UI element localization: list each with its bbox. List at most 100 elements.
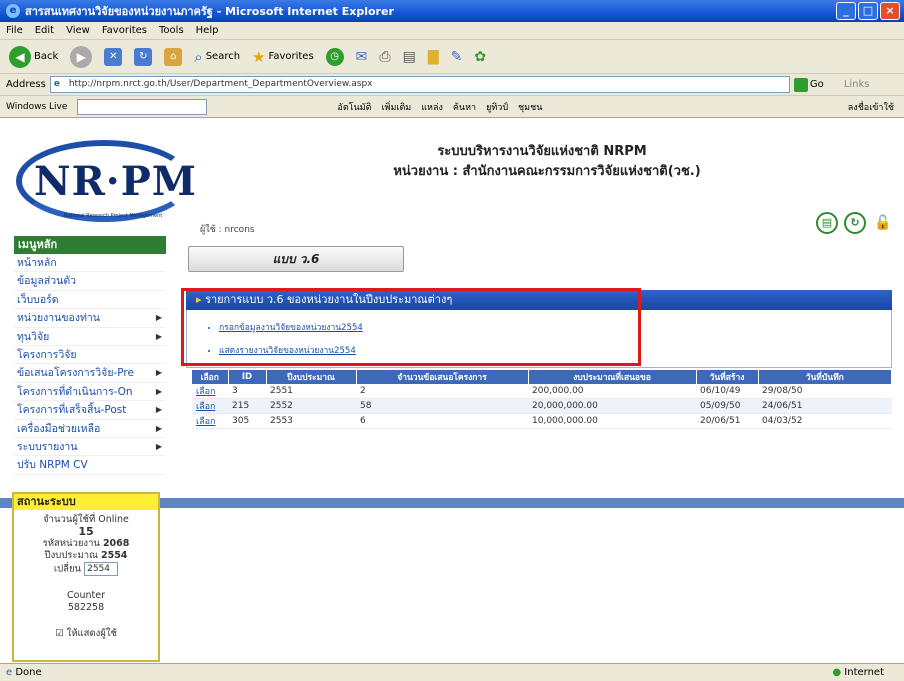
- sidebar-item-agency[interactable]: หน่วยงานของท่าน ▶: [14, 309, 166, 328]
- page-content: NR·PM National Research Project Manageme…: [0, 118, 904, 663]
- checkbox-icon[interactable]: ☑: [55, 628, 64, 639]
- cell-id: 3: [228, 384, 266, 399]
- sidebar-item-reports[interactable]: ระบบรายงาน ▶: [14, 438, 166, 457]
- links-label[interactable]: Links: [844, 79, 870, 90]
- sidebar-item-post[interactable]: โครงการที่เสร็จสิ้น-Post ▶: [14, 401, 166, 420]
- table-row: เลือก 305 2553 6 10,000,000.00 20/06/51 …: [192, 413, 892, 429]
- sidebar-item-label: หน้าหลัก: [17, 257, 57, 269]
- messenger-button[interactable]: ✿: [471, 44, 489, 70]
- refresh-button[interactable]: ↻: [131, 44, 155, 70]
- select-link[interactable]: เลือก: [196, 387, 215, 397]
- folder-button[interactable]: ▇: [425, 44, 442, 70]
- star-icon: ★: [252, 47, 266, 66]
- agency-title: หน่วยงาน : สำนักงานคณะกรรมการวิจัยแห่งชา…: [393, 164, 701, 179]
- year-select-label: เปลี่ยน: [53, 563, 82, 575]
- window-title: สารสนเทศงานวิจัยของหน่วยงานภาครัฐ - Micr…: [25, 5, 394, 18]
- forward-button[interactable]: ▶: [67, 44, 95, 70]
- link-show-research[interactable]: แสดงรายงานวิจัยของหน่วยงาน2554: [219, 343, 891, 357]
- links-item[interactable]: เพิ่มเติม: [381, 100, 411, 114]
- cell-year: 2551: [266, 384, 356, 399]
- cell-created: 06/10/49: [696, 384, 758, 399]
- fiscal-year-value: 2554: [100, 550, 128, 561]
- maximize-button[interactable]: □: [858, 2, 878, 20]
- sidebar-item-label: โครงการวิจัย: [17, 348, 77, 361]
- links-item[interactable]: ค้นหา: [453, 100, 476, 114]
- cell-proposals: 58: [356, 398, 528, 414]
- sidebar-item-cv[interactable]: ปรับ NRPM CV: [14, 456, 166, 475]
- sidebar-item-on[interactable]: โครงการที่ดำเนินการ-On ▶: [14, 383, 166, 402]
- cell-saved: 29/08/50: [758, 384, 892, 399]
- select-link[interactable]: เลือก: [196, 402, 215, 412]
- select-link[interactable]: เลือก: [196, 417, 215, 427]
- logo-subtext: National Research Project Management: [63, 213, 163, 219]
- status-bar: e Done ● Internet: [0, 663, 904, 681]
- chevron-right-icon: ▶: [155, 423, 162, 433]
- window-controls: _ □ ×: [836, 2, 900, 20]
- sign-in-link[interactable]: ลงชื่อเข้าใช้: [848, 100, 894, 114]
- sidebar-item-label: ข้อเสนอโครงการวิจัย-Pre: [17, 367, 134, 380]
- menu-tools[interactable]: Tools: [159, 25, 184, 36]
- sidebar-item-home[interactable]: หน้าหลัก: [14, 254, 166, 273]
- sidebar-item-tools[interactable]: เครื่องมือช่วยเหลือ ▶: [14, 420, 166, 438]
- links-item[interactable]: ชุมชน: [518, 100, 542, 114]
- refresh-icon[interactable]: ↻: [844, 212, 866, 234]
- remember-row[interactable]: ☑ ให้แสดงผู้ใช้: [14, 628, 158, 640]
- edit-button[interactable]: ▤: [400, 44, 419, 70]
- sidebar-item-pre[interactable]: ข้อเสนอโครงการวิจัย-Pre ▶: [14, 364, 166, 383]
- address-input[interactable]: http://nrpm.nrct.go.th/User/Department_D…: [49, 76, 790, 93]
- windows-live-search[interactable]: [77, 98, 208, 115]
- favorites-button[interactable]: ★ Favorites: [249, 44, 317, 70]
- cell-created: 20/06/51: [696, 413, 758, 429]
- minimize-button[interactable]: _: [836, 2, 856, 20]
- menu-edit[interactable]: Edit: [35, 25, 54, 36]
- print-icon: ⎙: [379, 48, 391, 65]
- lock-icon[interactable]: 🔓: [872, 212, 894, 234]
- col-saved: วันที่บันทึก: [758, 370, 892, 384]
- cell-saved: 24/06/51: [758, 398, 892, 414]
- menu-favorites[interactable]: Favorites: [102, 25, 147, 36]
- cell-proposals: 2: [356, 384, 528, 399]
- form-v6-button[interactable]: แบบ ว.6: [188, 246, 404, 272]
- home-icon: ⌂: [164, 47, 183, 66]
- links-item[interactable]: อัตโนมัติ: [337, 100, 371, 114]
- document-icon[interactable]: ▤: [816, 212, 838, 234]
- sidebar-item-profile[interactable]: ข้อมูลส่วนตัว: [14, 272, 166, 291]
- windows-live-label[interactable]: Windows Live: [6, 102, 67, 112]
- research-button[interactable]: ✎: [448, 44, 466, 70]
- stop-icon: ✕: [104, 47, 123, 66]
- sidebar-item-label: เว็บบอร์ด: [17, 293, 59, 306]
- counter-label: Counter: [67, 590, 105, 601]
- sidebar-item-webboard[interactable]: เว็บบอร์ด: [14, 291, 166, 310]
- search-button[interactable]: ⌕ Search: [191, 44, 243, 70]
- col-year: ปีงบประมาณ: [266, 370, 357, 384]
- header-icons: ▤ ↻ 🔓: [816, 212, 894, 234]
- back-label: Back: [34, 51, 59, 62]
- sidebar-item-label: ทุนวิจัย: [17, 330, 50, 343]
- menu-file[interactable]: File: [6, 25, 23, 36]
- go-button[interactable]: Go: [793, 77, 824, 92]
- menu-view[interactable]: View: [66, 25, 90, 36]
- print-button[interactable]: ⎙: [376, 44, 393, 70]
- back-button[interactable]: ◀ Back: [6, 44, 61, 70]
- home-button[interactable]: ⌂: [161, 44, 185, 70]
- close-button[interactable]: ×: [880, 2, 900, 20]
- sidebar-item-projects[interactable]: โครงการวิจัย: [14, 346, 166, 365]
- site-title: ระบบบริหารงานวิจัยแห่งชาติ NRPM: [437, 144, 647, 159]
- fiscal-year-label: ปีงบประมาณ: [44, 550, 98, 561]
- menu-help[interactable]: Help: [196, 25, 219, 36]
- favorites-label: Favorites: [268, 51, 314, 62]
- history-button[interactable]: ◷: [323, 44, 347, 70]
- cell-saved: 04/03/52: [758, 413, 892, 429]
- year-select[interactable]: 2554: [84, 562, 119, 576]
- sidebar-item-funding[interactable]: ทุนวิจัย ▶: [14, 328, 166, 346]
- sidebar-item-label: ปรับ NRPM CV: [17, 459, 88, 472]
- history-icon: ◷: [325, 47, 344, 66]
- links-item[interactable]: แหล่ง: [421, 100, 443, 114]
- sidebar-menu: หน้าหลัก ข้อมูลส่วนตัว เว็บบอร์ด หน่วยงา…: [14, 254, 166, 475]
- links-item[interactable]: ยูทิวป์: [486, 100, 508, 114]
- cell-budget: 10,000,000.00: [528, 413, 696, 429]
- mail-button[interactable]: ✉: [353, 44, 371, 70]
- agency-code-value: 2068: [102, 538, 130, 549]
- stop-button[interactable]: ✕: [101, 44, 125, 70]
- link-enter-research[interactable]: กรอกข้อมูลงานวิจัยของหน่วยงาน2554: [219, 320, 891, 334]
